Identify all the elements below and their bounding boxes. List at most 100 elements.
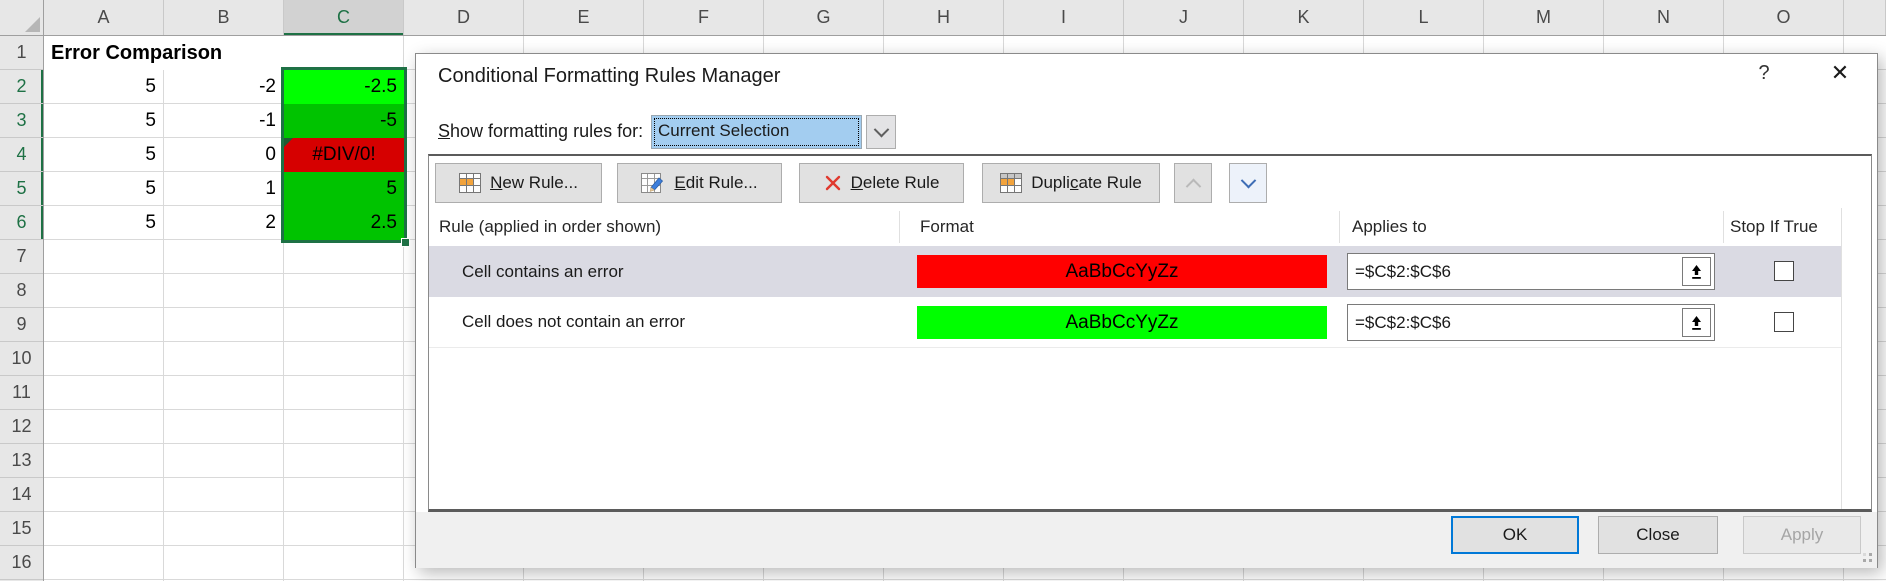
row-header-12[interactable]: 12 (0, 410, 43, 444)
column-header-L[interactable]: L (1364, 0, 1484, 35)
column-header-M[interactable]: M (1484, 0, 1604, 35)
cell-C2[interactable]: -2.5 (284, 70, 404, 104)
column-headers: ABCDEFGHIJKLMNO (44, 0, 1886, 36)
collapse-dialog-arrow-icon (1690, 264, 1703, 280)
rule-name: Cell contains an error (462, 246, 624, 297)
apply-button-disabled[interactable]: Apply (1743, 516, 1861, 554)
cell-B3[interactable]: -1 (164, 104, 283, 138)
rule-name: Cell does not contain an error (462, 297, 685, 347)
applies-to-input[interactable]: =$C$2:$C$6 (1347, 304, 1715, 341)
cell-B6[interactable]: 2 (164, 206, 283, 240)
cell-A6[interactable]: 5 (44, 206, 163, 240)
column-header-E[interactable]: E (524, 0, 644, 35)
chevron-up-icon (1185, 178, 1201, 194)
new-rule-table-icon (459, 173, 481, 193)
row-header-6[interactable]: 6 (0, 206, 43, 240)
column-header-G[interactable]: G (764, 0, 884, 35)
collapse-dialog-button[interactable] (1682, 308, 1711, 337)
scope-dropdown-button[interactable] (866, 115, 896, 149)
duplicate-rule-label: Duplicate Rule (1031, 173, 1142, 193)
cell-C5[interactable]: 5 (284, 172, 404, 206)
rule-format-preview: AaBbCcYyZz (917, 306, 1327, 339)
applies-to-input[interactable]: =$C$2:$C$6 (1347, 253, 1715, 290)
show-rules-label: Show formatting rules for: (438, 121, 643, 142)
duplicate-rule-table-icon (1000, 173, 1022, 193)
column-divider (1339, 211, 1340, 243)
column-header-I[interactable]: I (1004, 0, 1124, 35)
column-divider (899, 211, 900, 243)
rule-row[interactable]: Cell contains an error AaBbCcYyZz =$C$2:… (429, 246, 1841, 297)
rule-row[interactable]: Cell does not contain an error AaBbCcYyZ… (429, 297, 1841, 348)
edit-rule-button[interactable]: Edit Rule... (617, 163, 782, 203)
cell-C4[interactable]: #DIV/0! (284, 138, 404, 172)
cell-A3[interactable]: 5 (44, 104, 163, 138)
row-header-4[interactable]: 4 (0, 138, 43, 172)
excel-workspace: ABCDEFGHIJKLMNO 12345678910111213141516 … (0, 0, 1886, 581)
row-header-2[interactable]: 2 (0, 70, 43, 104)
row-header-14[interactable]: 14 (0, 478, 43, 512)
cell-B2[interactable]: -2 (164, 70, 283, 104)
fill-handle[interactable] (401, 238, 410, 247)
dialog-title: Conditional Formatting Rules Manager (438, 65, 780, 88)
delete-rule-button[interactable]: Delete Rule (799, 163, 964, 203)
column-header-O[interactable]: O (1724, 0, 1844, 35)
move-rule-down-button[interactable] (1229, 163, 1267, 203)
column-header-A[interactable]: A (44, 0, 164, 35)
column-header-H[interactable]: H (884, 0, 1004, 35)
stop-if-true-checkbox[interactable] (1774, 312, 1794, 332)
column-header-N[interactable]: N (1604, 0, 1724, 35)
ok-button[interactable]: OK (1451, 516, 1579, 554)
column-header-B[interactable]: B (164, 0, 284, 35)
help-icon[interactable]: ? (1750, 62, 1778, 85)
scope-combobox: Current Selection (651, 115, 896, 149)
row-header-5[interactable]: 5 (0, 172, 43, 206)
row-header-13[interactable]: 13 (0, 444, 43, 478)
row-header-10[interactable]: 10 (0, 342, 43, 376)
row-header-1[interactable]: 1 (0, 36, 43, 70)
row-header-16[interactable]: 16 (0, 546, 43, 580)
duplicate-rule-button[interactable]: Duplicate Rule (982, 163, 1160, 203)
row-header-8[interactable]: 8 (0, 274, 43, 308)
collapse-dialog-button[interactable] (1682, 257, 1711, 286)
column-header-format: Format (920, 208, 974, 246)
row-header-7[interactable]: 7 (0, 240, 43, 274)
cell-B5[interactable]: 1 (164, 172, 283, 206)
conditional-formatting-rules-manager-dialog: Conditional Formatting Rules Manager ? ✕… (415, 53, 1878, 568)
close-icon[interactable]: ✕ (1822, 60, 1858, 86)
column-header-J[interactable]: J (1124, 0, 1244, 35)
cell-B4[interactable]: 0 (164, 138, 283, 172)
chevron-down-icon (873, 121, 889, 137)
column-header-C[interactable]: C (284, 0, 404, 35)
delete-rule-label: Delete Rule (851, 173, 940, 193)
chevron-down-icon (1240, 172, 1256, 188)
edit-rule-label: Edit Rule... (674, 173, 757, 193)
cell-C3[interactable]: -5 (284, 104, 404, 138)
column-header-D[interactable]: D (404, 0, 524, 35)
stop-if-true-checkbox[interactable] (1774, 261, 1794, 281)
cell-A1[interactable]: Error Comparison (44, 36, 284, 70)
new-rule-button[interactable]: New Rule... (435, 163, 602, 203)
cell-A2[interactable]: 5 (44, 70, 163, 104)
row-header-9[interactable]: 9 (0, 308, 43, 342)
column-divider (1723, 211, 1724, 243)
select-all-corner[interactable] (0, 0, 44, 36)
move-rule-up-button[interactable] (1174, 163, 1212, 203)
resize-grip[interactable] (1859, 549, 1873, 563)
column-header-K[interactable]: K (1244, 0, 1364, 35)
cell-C6[interactable]: 2.5 (284, 206, 404, 240)
row-header-15[interactable]: 15 (0, 512, 43, 546)
scope-combobox-value[interactable]: Current Selection (651, 115, 862, 149)
list-gutter-divider (1841, 208, 1842, 509)
cell-A5[interactable]: 5 (44, 172, 163, 206)
column-header-F[interactable]: F (644, 0, 764, 35)
row-header-3[interactable]: 3 (0, 104, 43, 138)
row-header-11[interactable]: 11 (0, 376, 43, 410)
dialog-titlebar[interactable]: Conditional Formatting Rules Manager ? ✕ (416, 54, 1877, 100)
collapse-dialog-arrow-icon (1690, 315, 1703, 331)
delete-x-icon (824, 174, 842, 192)
edit-rule-pencil-icon (641, 173, 665, 193)
close-button[interactable]: Close (1598, 516, 1718, 554)
cell-A4[interactable]: 5 (44, 138, 163, 172)
column-header-partial[interactable] (1844, 0, 1886, 35)
applies-to-value: =$C$2:$C$6 (1355, 313, 1451, 333)
